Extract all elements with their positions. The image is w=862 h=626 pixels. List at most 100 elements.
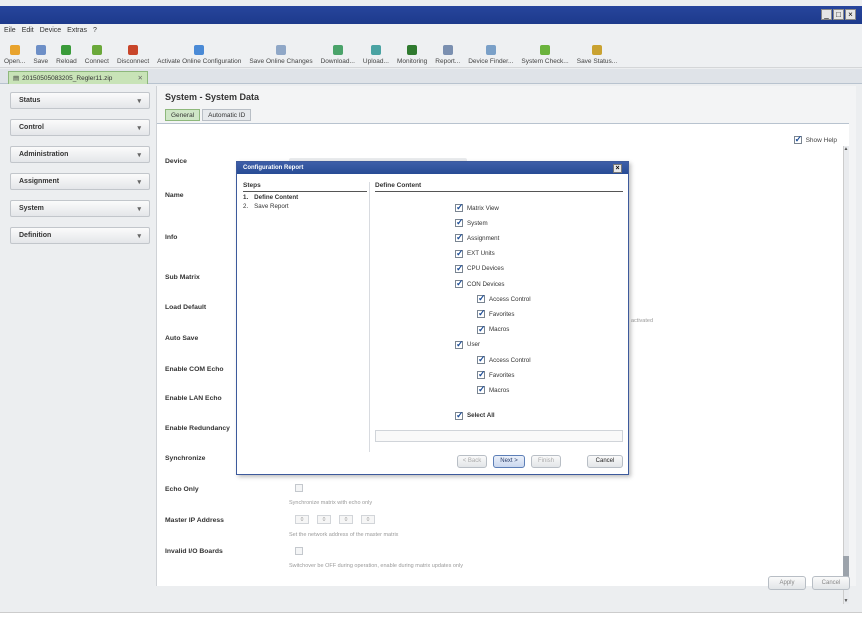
scroll-up-icon[interactable]: ▲	[843, 146, 849, 152]
content-option-favorites[interactable]: Favorites	[477, 369, 515, 380]
option-checkbox[interactable]	[455, 263, 464, 274]
option-checkbox[interactable]	[455, 202, 464, 213]
tab-close-icon[interactable]: ✕	[138, 74, 143, 82]
toolbar-label: Device Finder...	[468, 58, 514, 65]
select-all-checkbox[interactable]	[455, 410, 464, 421]
sidebar-item-assignment[interactable]: Assignment ▾	[10, 173, 150, 190]
option-checkbox[interactable]	[477, 308, 486, 319]
toolbar-system-check-button[interactable]: System Check...	[521, 45, 569, 67]
menu-help[interactable]: ?	[93, 27, 97, 34]
step-number: 2.	[243, 203, 249, 210]
content-option-macros[interactable]: Macros	[477, 384, 510, 395]
toolbar-monitoring-button[interactable]: Monitoring	[397, 45, 427, 67]
auto-save-label: Auto Save	[165, 335, 199, 342]
sidebar-item-definition[interactable]: Definition ▾	[10, 227, 150, 244]
echo-only-checkbox[interactable]	[295, 484, 303, 492]
maximize-icon[interactable]: □	[833, 9, 844, 20]
sidebar-item-control[interactable]: Control ▾	[10, 119, 150, 136]
sidebar-item-system[interactable]: System ▾	[10, 200, 150, 217]
finish-button[interactable]: Finish	[531, 455, 561, 468]
document-tab[interactable]: ▤ 20150505083205_Regler11.zip ✕	[8, 71, 148, 84]
menu-file[interactable]: Eile	[4, 27, 16, 34]
content-option-access-control[interactable]: Access Control	[477, 293, 531, 304]
content-option-macros[interactable]: Macros	[477, 324, 509, 335]
show-help-toggle[interactable]: Show Help	[793, 134, 837, 145]
ip-octet-3[interactable]: 0	[339, 515, 353, 524]
minimize-icon[interactable]: _	[821, 9, 832, 20]
back-button[interactable]: < Back	[457, 455, 487, 468]
sub-matrix-label: Sub Matrix	[165, 274, 200, 281]
toolbar-label: Download...	[320, 58, 355, 65]
option-label: Macros	[489, 386, 510, 394]
device-finder-icon	[485, 45, 496, 55]
option-checkbox[interactable]	[455, 278, 464, 289]
option-checkbox[interactable]	[477, 354, 486, 365]
content-option-cpu-devices[interactable]: CPU Devices	[455, 263, 504, 274]
scrollbar-thumb[interactable]	[843, 556, 849, 578]
toolbar-save-button[interactable]: Save	[33, 45, 48, 67]
content-option-assignment[interactable]: Assignment	[455, 232, 500, 243]
content-option-access-control[interactable]: Access Control	[477, 354, 531, 365]
next-button[interactable]: Next >	[493, 455, 525, 468]
dialog-close-icon[interactable]: ×	[613, 163, 622, 173]
select-all-option[interactable]: Select All	[455, 410, 495, 421]
dialog-text-field[interactable]	[375, 430, 623, 442]
option-label: Access Control	[489, 356, 531, 364]
content-option-con-devices[interactable]: CON Devices	[455, 278, 505, 289]
toolbar-reload-button[interactable]: Reload	[56, 45, 77, 67]
content-option-favorites[interactable]: Favorites	[477, 308, 514, 319]
panel-cancel-button[interactable]: Cancel	[812, 576, 850, 590]
sidebar-item-status[interactable]: Status ▾	[10, 92, 150, 109]
application-window: _ □ × Eile Edit Device Extras ? Open... S…	[0, 0, 862, 626]
option-label: Favorites	[489, 371, 515, 379]
menu-edit[interactable]: Edit	[22, 27, 34, 34]
ip-octet-1[interactable]: 0	[295, 515, 309, 524]
show-help-checkbox[interactable]	[793, 134, 802, 145]
toolbar-disconnect-button[interactable]: Disconnect	[117, 45, 149, 67]
ip-octet-4[interactable]: 0	[361, 515, 375, 524]
document-tab-label: 20150505083205_Regler11.zip	[22, 74, 113, 82]
enable-com-echo-label: Enable COM Echo	[165, 366, 224, 373]
option-checkbox[interactable]	[477, 384, 486, 395]
activated-note: activated	[631, 318, 654, 324]
tab-automatic-id[interactable]: Automatic ID	[202, 109, 252, 121]
content-option-system[interactable]: System	[455, 217, 488, 228]
content-option-ext-units[interactable]: EXT Units	[455, 248, 495, 259]
toolbar-connect-button[interactable]: Connect	[85, 45, 109, 67]
option-checkbox[interactable]	[477, 369, 486, 380]
menu-extras[interactable]: Extras	[67, 27, 87, 34]
option-checkbox[interactable]	[455, 339, 464, 350]
invalid-io-checkbox[interactable]	[295, 547, 303, 555]
content-option-user[interactable]: User	[455, 339, 480, 350]
toolbar-activate-button[interactable]: Activate Online Configuration	[157, 45, 241, 67]
toolbar-save-status-button[interactable]: Save Status...	[577, 45, 617, 67]
toolbar-report-button[interactable]: Report...	[435, 45, 460, 67]
report-icon	[442, 45, 453, 55]
option-checkbox[interactable]	[455, 232, 464, 243]
option-label: Assignment	[467, 234, 500, 242]
vertical-scrollbar[interactable]: ▲ ▼	[843, 146, 849, 604]
save-online-icon	[275, 45, 286, 55]
menu-device[interactable]: Device	[40, 27, 61, 34]
chevron-down-icon: ▾	[137, 151, 141, 159]
ip-octet-2[interactable]: 0	[317, 515, 331, 524]
toolbar-download-button[interactable]: Download...	[321, 45, 355, 67]
tab-general[interactable]: General	[165, 109, 201, 121]
scroll-down-icon[interactable]: ▼	[843, 598, 849, 604]
system-check-icon	[540, 45, 551, 55]
toolbar-folder-button[interactable]: Open...	[4, 45, 25, 67]
toolbar-save-online-button[interactable]: Save Online Changes	[249, 45, 313, 67]
dialog-cancel-button[interactable]: Cancel	[587, 455, 623, 468]
close-icon[interactable]: ×	[845, 9, 856, 20]
option-checkbox[interactable]	[477, 324, 486, 335]
sidebar-item-administration[interactable]: Administration ▾	[10, 146, 150, 163]
toolbar-label: Reload	[56, 58, 77, 65]
option-checkbox[interactable]	[455, 248, 464, 259]
toolbar-upload-button[interactable]: Upload...	[363, 45, 389, 67]
option-checkbox[interactable]	[477, 293, 486, 304]
content-option-matrix-view[interactable]: Matrix View	[455, 202, 499, 213]
toolbar-device-finder-button[interactable]: Device Finder...	[468, 45, 513, 67]
option-checkbox[interactable]	[455, 217, 464, 228]
apply-button[interactable]: Apply	[768, 576, 806, 590]
option-label: CON Devices	[467, 280, 505, 288]
